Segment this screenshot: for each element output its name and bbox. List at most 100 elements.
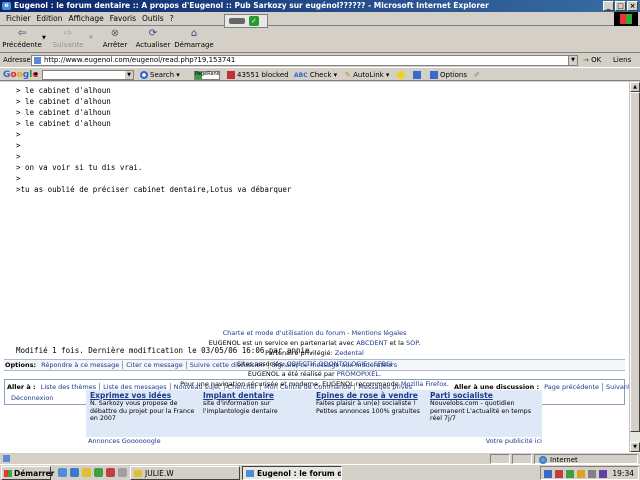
app-quicklaunch-icon[interactable] [106, 468, 115, 477]
autolink-button[interactable]: ✎ AutoLink ▾ [345, 68, 389, 82]
abcdent-link[interactable]: ABCDENT [356, 339, 387, 347]
pencil-icon[interactable]: ✐ [474, 68, 480, 82]
tray-icon[interactable] [555, 470, 563, 478]
charter-link[interactable]: Charte et mode d'utilisation du forum - … [223, 329, 407, 337]
options-icon [430, 71, 438, 79]
minimize-button[interactable]: _ [603, 1, 614, 11]
stop-button[interactable]: ⊗ Arrêter [100, 28, 130, 49]
forward-button[interactable]: ⇨ Suivante [50, 28, 86, 49]
google-menu-dropdown-icon[interactable]: ▼ [34, 68, 38, 82]
clock[interactable]: 19:34 [612, 467, 634, 480]
refresh-button[interactable]: ⟳ Actualiser [134, 28, 172, 49]
tray-icon[interactable] [577, 470, 585, 478]
go-button[interactable]: → OK [583, 54, 601, 67]
outlook-quicklaunch-icon[interactable] [82, 468, 91, 477]
google-ads-link[interactable]: Annonces Goooooogle [88, 437, 161, 445]
menu-bar: Fichier Edition Affichage Favoris Outils? [0, 12, 640, 26]
standard-toolbar: ⇦ Précédente ▼ ⇨ Suivante ▼ ⊗ Arrêter ⟳ … [0, 27, 640, 53]
google-search-input[interactable]: ▼ [42, 70, 134, 80]
search-icon [140, 71, 148, 79]
google-search-button[interactable]: Search ▾ [140, 68, 180, 82]
zone-indicator: Internet [534, 454, 638, 464]
logout-link[interactable]: Déconnexion [11, 393, 53, 404]
links-button[interactable]: Liens [613, 54, 631, 67]
sop-link[interactable]: SOP [406, 339, 418, 347]
back-arrow-icon: ⇦ [17, 28, 27, 39]
message-line: > on va voir si tu dis vrai. [16, 163, 143, 172]
menu-help[interactable]: ? [170, 14, 174, 23]
key-icon [229, 18, 245, 24]
pagerank-indicator[interactable]: PageRank [194, 68, 220, 82]
promopixel-link[interactable]: PROMOPIXEL [337, 370, 379, 378]
message-line: > le cabinet d'alhoun [16, 108, 111, 117]
close-button[interactable]: × [627, 1, 638, 11]
your-ad-here-link[interactable]: Votre publicité ici [486, 437, 542, 445]
window-title: Eugenol : le forum dentaire :: A propos … [14, 1, 489, 10]
ie-icon [246, 470, 254, 477]
taskbar-item-eugenol[interactable]: Eugenol : le forum de... [242, 466, 342, 480]
status-bar: Internet [0, 452, 640, 464]
message-line: > [16, 141, 21, 150]
spell-check-button[interactable]: ABC Check ▾ [294, 68, 337, 83]
zedental-link[interactable]: Zedental [335, 349, 364, 357]
back-dropdown-icon[interactable]: ▼ [42, 35, 46, 41]
message-line: > le cabinet d'alhoun [16, 97, 111, 106]
windows-flag-icon [4, 470, 12, 477]
firefox-link[interactable]: Mozilla Firefox [401, 380, 447, 388]
forward-dropdown-icon[interactable]: ▼ [89, 35, 93, 41]
scroll-thumb[interactable] [630, 92, 640, 432]
popup-blocker[interactable]: 43551 blocked [227, 68, 289, 82]
window-titlebar: e Eugenol : le forum dentaire :: A propo… [0, 0, 640, 12]
ad-item[interactable]: Exprimez vos idées N. Sarkozy vous propo… [90, 391, 202, 423]
refresh-icon: ⟳ [148, 28, 158, 39]
ie-icon: e [2, 2, 11, 10]
stop-icon: ⊗ [110, 28, 120, 39]
player-quicklaunch-icon[interactable] [94, 468, 103, 477]
smiley-icon[interactable] [397, 68, 407, 82]
desktop-quicklaunch-icon[interactable] [70, 468, 79, 477]
address-dropdown-icon[interactable]: ▼ [568, 56, 577, 65]
ad-item[interactable]: Parti socialiste Nouvelobs.com - quotidi… [430, 391, 542, 423]
menu-fichier[interactable]: Fichier [6, 14, 31, 23]
ad-item[interactable]: Epines de rose à vendre Faites plaisir à… [316, 391, 428, 415]
home-button[interactable]: ⌂ Démarrage [174, 28, 214, 49]
vertical-scrollbar[interactable]: ▲ ▼ [629, 82, 640, 452]
associated-sites-link[interactable]: OBJECTIF ODONTOLOGIE - SFBSI [287, 360, 392, 368]
folder-icon [134, 470, 142, 477]
scroll-up-icon[interactable]: ▲ [630, 82, 640, 92]
message-line: > [16, 174, 21, 183]
message-line: > [16, 130, 21, 139]
message-body: > le cabinet d'alhoun > le cabinet d'alh… [16, 85, 616, 195]
message-line: > [16, 152, 21, 161]
menu-outils[interactable]: Outils [142, 14, 164, 23]
start-button[interactable]: Démarrer [1, 466, 54, 480]
tray-icon[interactable] [544, 470, 552, 478]
menu-edition[interactable]: Edition [37, 14, 63, 23]
taskbar: Démarrer JULIE.W Eugenol : le forum de..… [0, 464, 640, 480]
ie-quicklaunch-icon[interactable] [58, 468, 67, 477]
tray-icon[interactable] [588, 470, 596, 478]
message-line: > le cabinet d'alhoun [16, 119, 111, 128]
taskbar-item-julie[interactable]: JULIE.W [130, 466, 240, 480]
tray-icon[interactable] [566, 470, 574, 478]
page-status-icon [3, 455, 10, 462]
google-search-dropdown-icon[interactable]: ▼ [125, 71, 133, 79]
globe-icon [539, 456, 547, 464]
scroll-down-icon[interactable]: ▼ [630, 442, 640, 452]
back-button[interactable]: ⇦ Précédente [2, 28, 42, 49]
menu-favoris[interactable]: Favoris [110, 14, 136, 23]
google-options-button[interactable]: Options [430, 68, 467, 82]
checkmark-icon: ✓ [249, 16, 259, 26]
menu-affichage[interactable]: Affichage [68, 14, 103, 23]
windows-logo-icon [614, 12, 638, 26]
page-icon [34, 57, 41, 64]
maximize-button[interactable]: □ [615, 1, 626, 11]
go-arrow-icon: → [583, 56, 589, 64]
address-url: http://www.eugenol.com/eugenol/read.php?… [44, 56, 236, 64]
highlight-icon[interactable] [413, 68, 423, 82]
address-input[interactable]: http://www.eugenol.com/eugenol/read.php?… [31, 55, 578, 66]
address-label: Adresse [3, 56, 31, 64]
ad-item[interactable]: Implant dentaire site d'information sur … [203, 391, 315, 415]
app-quicklaunch-icon[interactable] [118, 468, 127, 477]
tray-icon[interactable] [599, 470, 607, 478]
